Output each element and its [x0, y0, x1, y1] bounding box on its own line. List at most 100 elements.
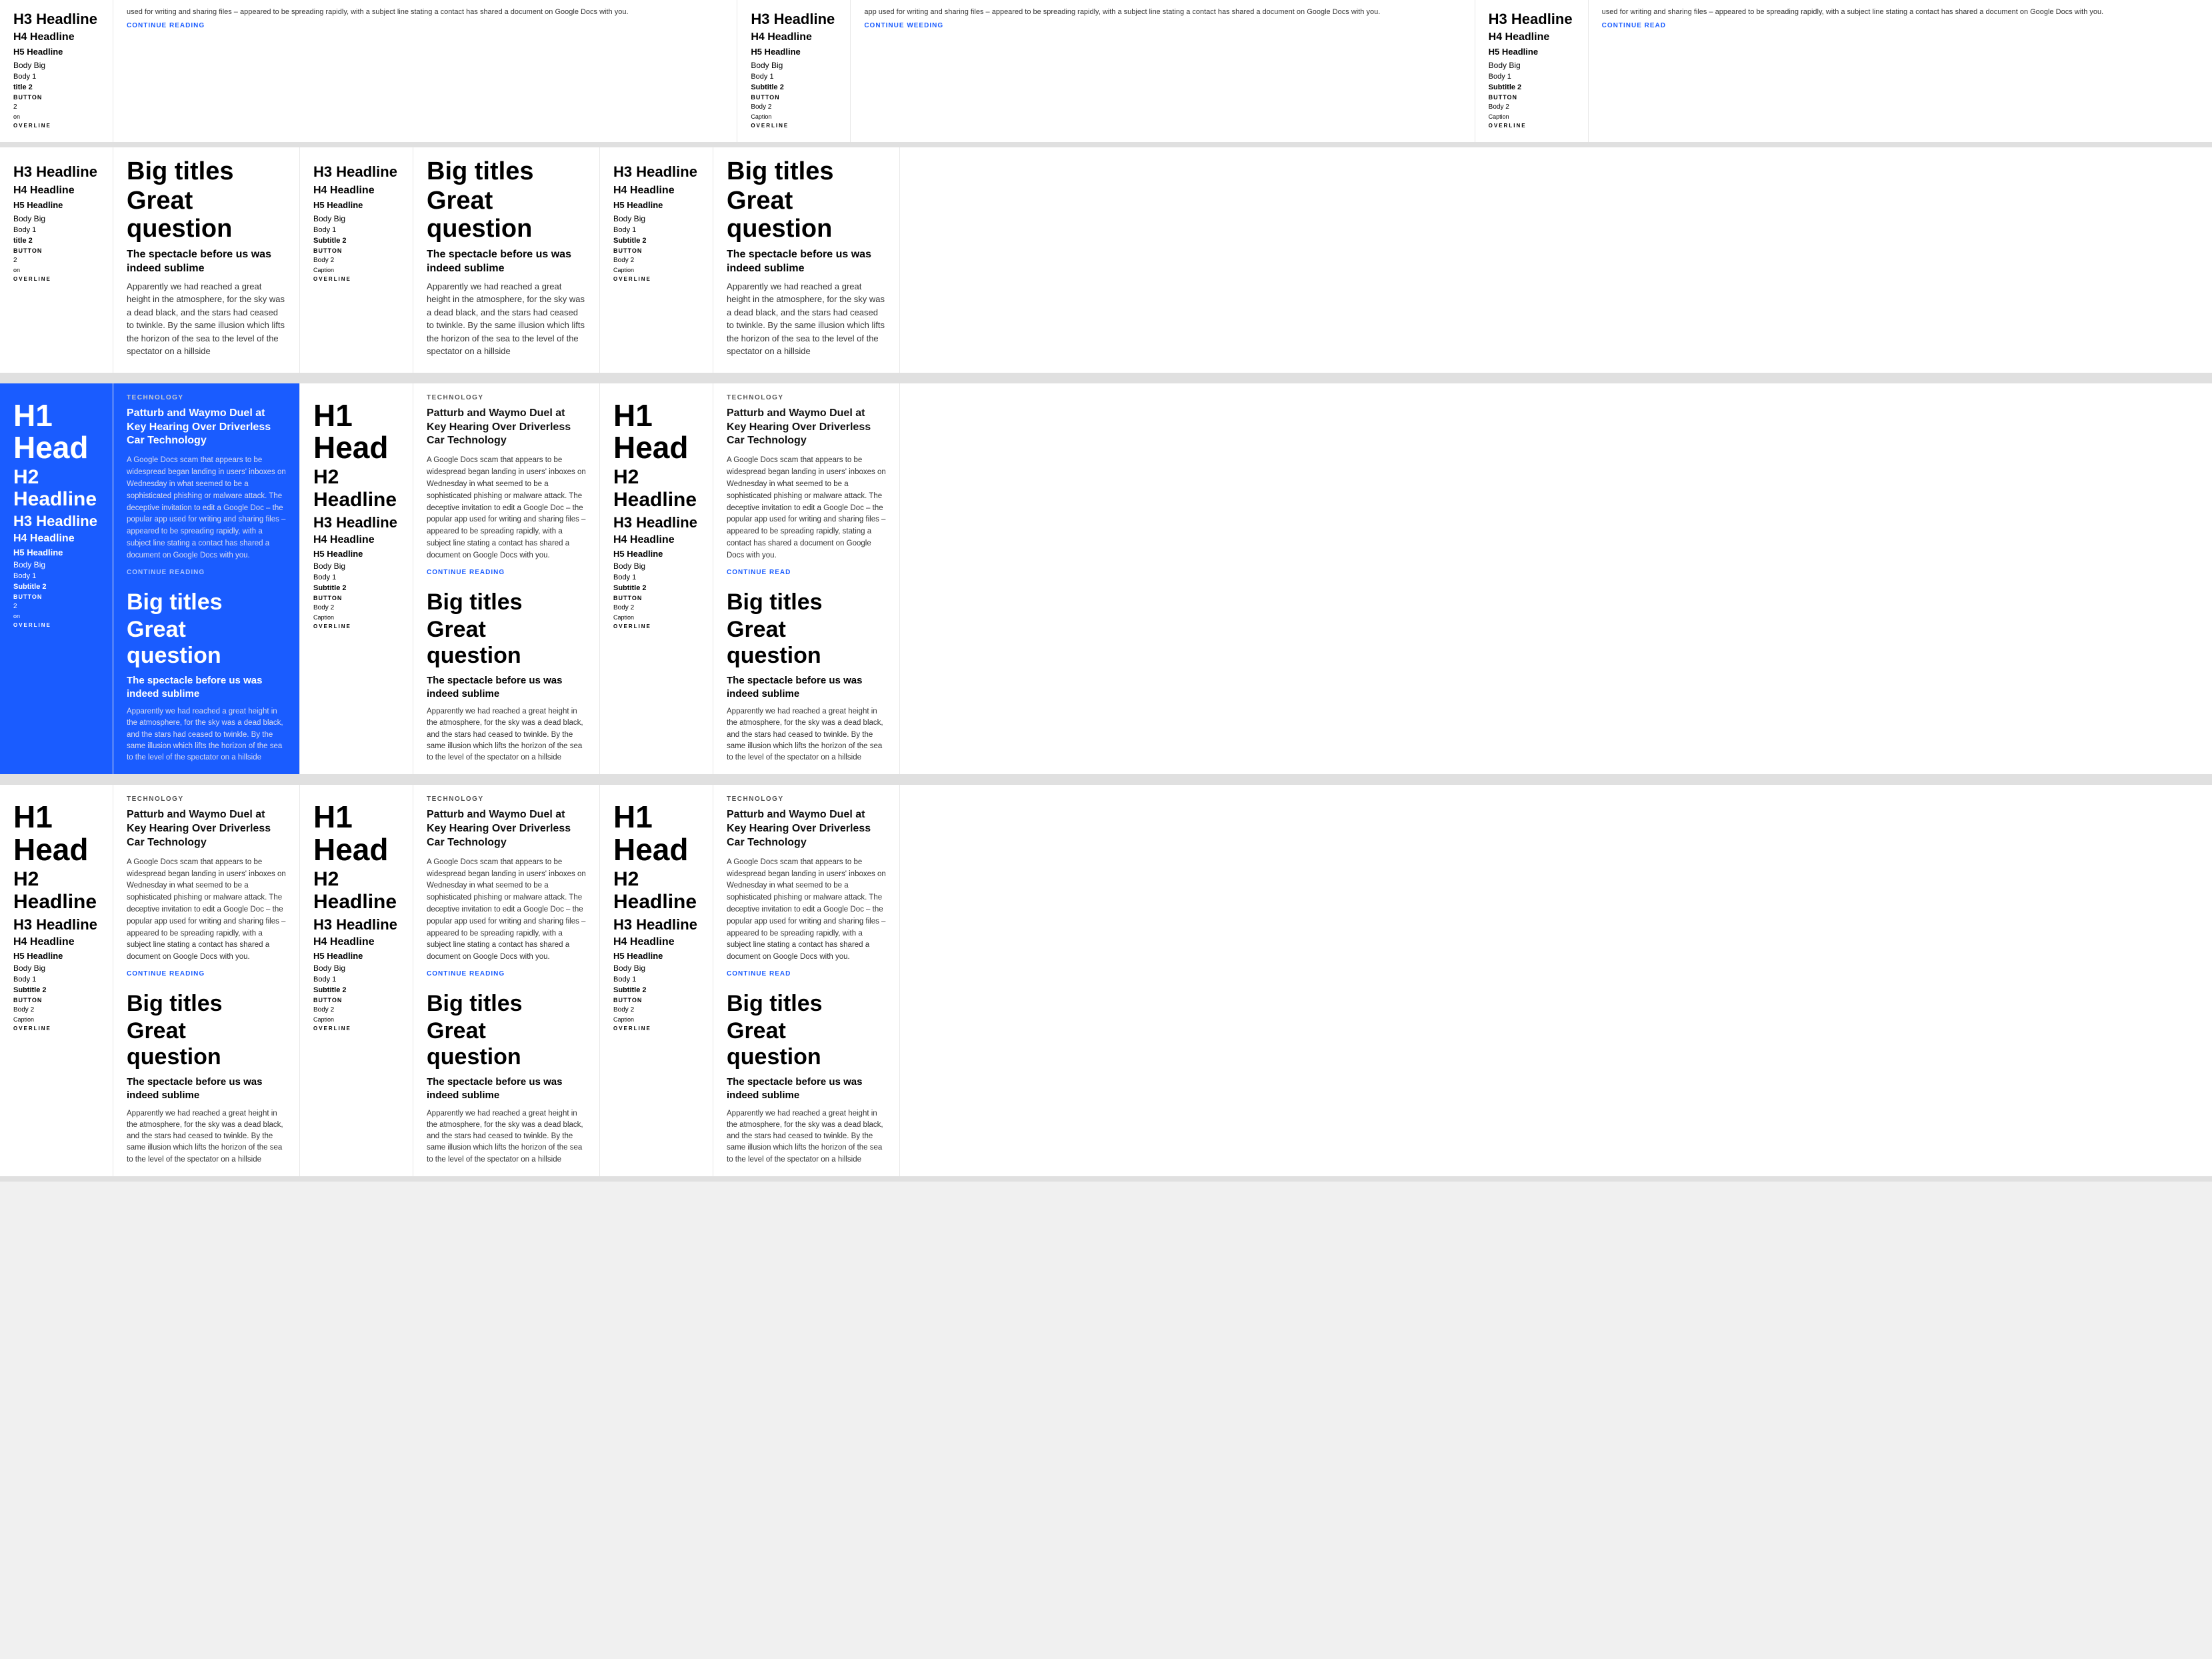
caption-1-1: on — [13, 267, 99, 273]
h1-r3-3: H1 Head — [613, 801, 699, 866]
article-body-full-3: A Google Docs scam that appears to be wi… — [727, 455, 886, 561]
great-q-3: Great question — [727, 187, 886, 243]
abody-r3-2: A Google Docs scam that appears to be wi… — [427, 857, 586, 964]
continue-reading-1[interactable]: CONTINUE READING — [127, 22, 723, 29]
body-big-1-2: Body Big — [313, 214, 399, 223]
body1-s1: Body 1 — [313, 573, 399, 581]
caption-top-3: Caption — [751, 113, 837, 120]
tech-r3-1: TECHNOLOGY — [127, 795, 286, 803]
btn-r3-2: BUTTON — [313, 997, 399, 1004]
big-titles-f3: Big titles — [727, 589, 886, 615]
overline-top-1: OVERLINE — [13, 123, 99, 129]
b1-r3-3: Body 1 — [613, 976, 699, 984]
h2-r3-1: H2 Headline — [13, 868, 99, 914]
h4-1-1: H4 Headline — [13, 184, 99, 197]
cr-r3-2[interactable]: CONTINUE READING — [427, 970, 586, 978]
continue-weeding-1[interactable]: CONTINUE WEEDING — [864, 22, 1461, 29]
continue-read-3[interactable]: CONTINUE READ — [727, 569, 886, 576]
bt-r3-2: Big titles — [427, 991, 586, 1017]
spectacle-1: The spectacle before us was indeed subli… — [127, 247, 286, 276]
gq-r3-3: Great question — [727, 1018, 886, 1070]
article-r3-1: TECHNOLOGY Patturb and Waymo Duel at Key… — [113, 785, 300, 1176]
button-s2: BUTTON — [613, 595, 699, 601]
h5-1-1: H5 Headline — [13, 200, 99, 211]
bt-r3-3: Big titles — [727, 991, 886, 1017]
h1-s2: H1 Head — [613, 399, 699, 464]
top-col-4: app used for writing and sharing files –… — [851, 0, 1475, 142]
body-text-blue: Apparently we had reached a great height… — [127, 706, 286, 763]
body2-1-1: 2 — [13, 257, 99, 264]
h1-s1: H1 Head — [313, 399, 399, 464]
bbig-r3-1: Body Big — [13, 964, 99, 973]
sp-r3-1: The spectacle before us was indeed subli… — [127, 1076, 286, 1103]
top-col-1: H3 Headline H4 Headline H5 Headline Body… — [0, 0, 113, 142]
ovl-r3-2: OVERLINE — [313, 1026, 399, 1032]
h4-s1: H4 Headline — [313, 534, 399, 546]
h1-scale-col-1: H1 Head H2 Headline H3 Headline H4 Headl… — [300, 383, 413, 774]
ovl-r3-3: OVERLINE — [613, 1026, 699, 1032]
button-blue: BUTTON — [13, 593, 99, 600]
subtitle2-top-1: title 2 — [13, 83, 99, 91]
overline-s1: OVERLINE — [313, 623, 399, 629]
continue-reading-2[interactable]: CONTINUE READING — [427, 569, 586, 576]
cr-r3-1[interactable]: CONTINUE READING — [127, 970, 286, 978]
overline-1-2: OVERLINE — [313, 276, 399, 282]
subtitle2-top-5: Subtitle 2 — [1489, 83, 1575, 91]
tech-label-3: TECHNOLOGY — [727, 394, 886, 401]
cr-r3-3[interactable]: CONTINUE READ — [727, 970, 886, 978]
blue-article-col: TECHNOLOGY Patturb and Waymo Duel at Key… — [113, 383, 300, 774]
h5-r3-2: H5 Headline — [313, 951, 399, 961]
h5-head-top-5: H5 Headline — [1489, 47, 1575, 58]
article-full-3: TECHNOLOGY Patturb and Waymo Duel at Key… — [713, 383, 900, 774]
caption-1-2: Caption — [313, 267, 399, 273]
h5-1-3: H5 Headline — [613, 200, 699, 211]
h4-head-top-3: H4 Headline — [751, 31, 837, 44]
h1-scale-col-2: H1 Head H2 Headline H3 Headline H4 Headl… — [600, 383, 713, 774]
caption-1-3: Caption — [613, 267, 699, 273]
spectacle-f2: The spectacle before us was indeed subli… — [427, 674, 586, 701]
h1-r3-2: H1 Head — [313, 801, 399, 866]
sub2-r3-2: Subtitle 2 — [313, 986, 399, 994]
button-top-5: BUTTON — [1489, 94, 1575, 101]
h5-s1: H5 Headline — [313, 549, 399, 559]
atitle-r3-1: Patturb and Waymo Duel at Key Hearing Ov… — [127, 808, 286, 850]
sub2-r3-1: Subtitle 2 — [13, 986, 99, 994]
article-body-2: Apparently we had reached a great height… — [427, 280, 586, 358]
article-col-2: Big titles Great question The spectacle … — [413, 147, 600, 373]
body1-top-1: Body 1 — [13, 73, 99, 81]
big-titles-2: Big titles — [427, 158, 586, 186]
top-col-5: H3 Headline H4 Headline H5 Headline Body… — [1475, 0, 1589, 142]
article-body-3: Apparently we had reached a great height… — [727, 280, 886, 358]
cap-r3-2: Caption — [313, 1016, 399, 1023]
h2-r3-2: H2 Headline — [313, 868, 399, 914]
body-big-1-3: Body Big — [613, 214, 699, 223]
cap-r3-3: Caption — [613, 1016, 699, 1023]
body-text-f3: Apparently we had reached a great height… — [727, 706, 886, 763]
caption-top-1: on — [13, 113, 99, 120]
article-title-blue: Patturb and Waymo Duel at Key Hearing Ov… — [127, 407, 286, 448]
overline-1-1: OVERLINE — [13, 276, 99, 282]
tech-r3-3: TECHNOLOGY — [727, 795, 886, 803]
row-gap-2 — [0, 779, 2212, 785]
continue-read-2[interactable]: CONTINUE READ — [1602, 22, 2199, 29]
h4-s2: H4 Headline — [613, 534, 699, 546]
h4-1-2: H4 Headline — [313, 184, 399, 197]
caption-s2: Caption — [613, 614, 699, 621]
subtitle2-blue: Subtitle 2 — [13, 583, 99, 591]
type-col-3-1: H1 Head H2 Headline H3 Headline H4 Headl… — [0, 785, 113, 1176]
continue-reading-blue[interactable]: CONTINUE READING — [127, 569, 286, 576]
body1-top-5: Body 1 — [1489, 73, 1575, 81]
button-1-3: BUTTON — [613, 247, 699, 254]
body-text-f2: Apparently we had reached a great height… — [427, 706, 586, 763]
subtitle2-1-3: Subtitle 2 — [613, 237, 699, 245]
great-q-blue: Great question — [127, 617, 286, 669]
body1-s2: Body 1 — [613, 573, 699, 581]
top-col-3: H3 Headline H4 Headline H5 Headline Body… — [737, 0, 851, 142]
subtitle2-s1: Subtitle 2 — [313, 584, 399, 592]
body-big-top-3: Body Big — [751, 61, 837, 70]
h3-blue: H3 Headline — [13, 513, 99, 530]
great-q-2: Great question — [427, 187, 586, 243]
h3-s1: H3 Headline — [313, 514, 399, 531]
caption-blue: on — [13, 613, 99, 619]
sp-r3-2: The spectacle before us was indeed subli… — [427, 1076, 586, 1103]
